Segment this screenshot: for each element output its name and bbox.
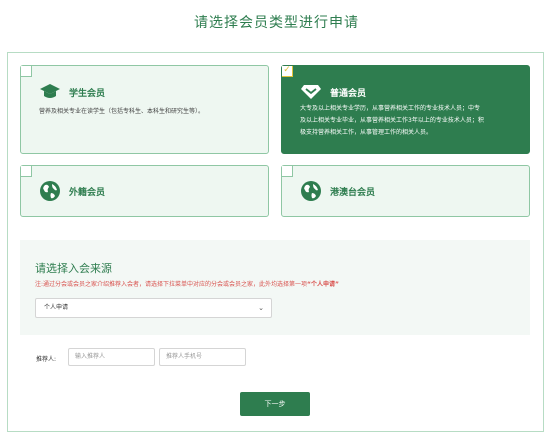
checkbox-corner[interactable]	[282, 166, 293, 177]
source-select[interactable]: 个人申请 ⌄	[35, 298, 272, 318]
check-icon[interactable]: ✓	[282, 66, 293, 77]
card-title: 港澳台会员	[330, 187, 376, 198]
globe-icon	[300, 180, 322, 202]
referrer-phone-input[interactable]: 推荐人手机号	[159, 348, 246, 366]
source-section: 请选择入会来源 注:通过分会或会员之家介绍推荐入会者，请选择下拉菜单中对应的分会…	[20, 240, 530, 335]
card-description: 大专及以上相关专业学历，从事营养相关工作的专业技术人员；中专 及以上相关专业毕业…	[300, 105, 484, 136]
source-note: 注:通过分会或会员之家介绍推荐入会者，请选择下拉菜单中对应的分会或会员之家，此外…	[35, 281, 339, 288]
chevron-down-icon: ⌄	[258, 304, 264, 312]
page-title: 请选择会员类型进行申请	[194, 15, 359, 31]
diamond-icon	[300, 81, 322, 103]
checkbox-corner[interactable]	[21, 66, 32, 77]
card-title: 学生会员	[69, 88, 106, 99]
source-title: 请选择入会来源	[35, 262, 112, 275]
card-title: 普通会员	[330, 88, 367, 99]
graduation-cap-icon	[39, 81, 61, 103]
globe-icon	[39, 180, 61, 202]
card-hmt-member[interactable]: 港澳台会员	[281, 165, 530, 217]
referrer-label: 推荐人:	[36, 356, 57, 363]
card-student-member[interactable]: 学生会员 营养及相关专业在读学生（包括专科生、本科生和研究生等）。	[20, 65, 269, 154]
card-title: 外籍会员	[69, 187, 106, 198]
card-description: 营养及相关专业在读学生（包括专科生、本科生和研究生等）。	[39, 108, 205, 115]
next-button[interactable]: 下一步	[240, 392, 310, 416]
checkbox-corner[interactable]	[21, 166, 32, 177]
referrer-name-input[interactable]: 输入推荐人	[68, 348, 155, 366]
card-foreign-member[interactable]: 外籍会员	[20, 165, 269, 217]
card-regular-member[interactable]: ✓ 普通会员 大专及以上相关专业学历，从事营养相关工作的专业技术人员；中专 及以…	[281, 65, 530, 154]
